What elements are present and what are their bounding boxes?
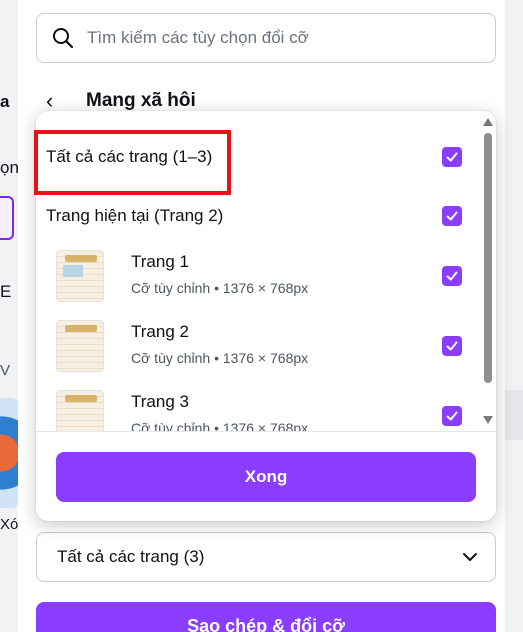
- page-picker-popup: Tất cả các trang (1–3) Trang hiện tại (T…: [36, 111, 496, 521]
- checkmark-icon: [446, 211, 458, 221]
- popup-scrollbar[interactable]: [480, 111, 496, 431]
- scroll-down-arrow-icon[interactable]: [483, 416, 493, 424]
- search-icon: [53, 28, 74, 49]
- all-pages-label: Tất cả các trang (1–3): [46, 147, 213, 166]
- popup-divider: [36, 431, 496, 432]
- page-name: Trang 3: [131, 392, 189, 411]
- current-page-checkbox[interactable]: [442, 206, 462, 226]
- scroll-up-arrow-icon[interactable]: [483, 118, 493, 126]
- editor-right-strip: [505, 0, 523, 632]
- scrollbar-thumb[interactable]: [484, 133, 492, 383]
- page-thumbnail: [56, 320, 104, 372]
- page-thumbnail: [56, 250, 104, 302]
- left-strip-text: V: [0, 362, 11, 379]
- page-name: Trang 2: [131, 322, 189, 341]
- page-select-value: Tất cả các trang (3): [57, 547, 205, 566]
- left-strip-text: ọn: [0, 158, 18, 177]
- page-size: Cỡ tùy chỉnh • 1376 × 768px: [131, 350, 309, 366]
- current-page-row[interactable]: Trang hiện tại (Trang 2): [46, 201, 466, 231]
- image-icon[interactable]: [0, 196, 14, 240]
- left-strip-text: a: [0, 92, 10, 111]
- current-page-label: Trang hiện tại (Trang 2): [46, 206, 224, 225]
- page-row-1[interactable]: Trang 1 Cỡ tùy chỉnh • 1376 × 768px: [56, 250, 476, 312]
- copy-resize-button[interactable]: Sao chép & đổi cỡ: [36, 602, 496, 632]
- page-3-checkbox[interactable]: [442, 406, 462, 426]
- thumbnail-image[interactable]: [0, 398, 18, 508]
- left-strip-text: Xó: [0, 516, 18, 533]
- page-thumbnail: [56, 390, 104, 431]
- page-row-3[interactable]: Trang 3 Cỡ tùy chỉnh • 1376 × 768px: [56, 390, 476, 431]
- search-input[interactable]: [87, 28, 467, 48]
- all-pages-row[interactable]: Tất cả các trang (1–3): [46, 142, 466, 172]
- right-strip-shade: [505, 390, 523, 440]
- checkmark-icon: [446, 271, 458, 281]
- page-1-checkbox[interactable]: [442, 266, 462, 286]
- left-strip-text: E: [0, 282, 12, 301]
- search-box[interactable]: [36, 13, 496, 63]
- page-size: Cỡ tùy chỉnh • 1376 × 768px: [131, 280, 309, 296]
- page-2-checkbox[interactable]: [442, 336, 462, 356]
- editor-left-strip: a ọn E V Xó: [0, 0, 18, 632]
- done-button[interactable]: Xong: [56, 452, 476, 502]
- page-row-2[interactable]: Trang 2 Cỡ tùy chỉnh • 1376 × 768px: [56, 320, 476, 382]
- checkmark-icon: [446, 152, 458, 162]
- chevron-down-icon: [463, 553, 477, 561]
- page-size: Cỡ tùy chỉnh • 1376 × 768px: [131, 420, 309, 431]
- page-select[interactable]: Tất cả các trang (3): [36, 532, 496, 582]
- checkmark-icon: [446, 411, 458, 421]
- checkmark-icon: [446, 341, 458, 351]
- page-name: Trang 1: [131, 252, 189, 271]
- page-list: Tất cả các trang (1–3) Trang hiện tại (T…: [36, 111, 476, 431]
- all-pages-checkbox[interactable]: [442, 147, 462, 167]
- category-title: Mang xã hôi: [86, 90, 196, 111]
